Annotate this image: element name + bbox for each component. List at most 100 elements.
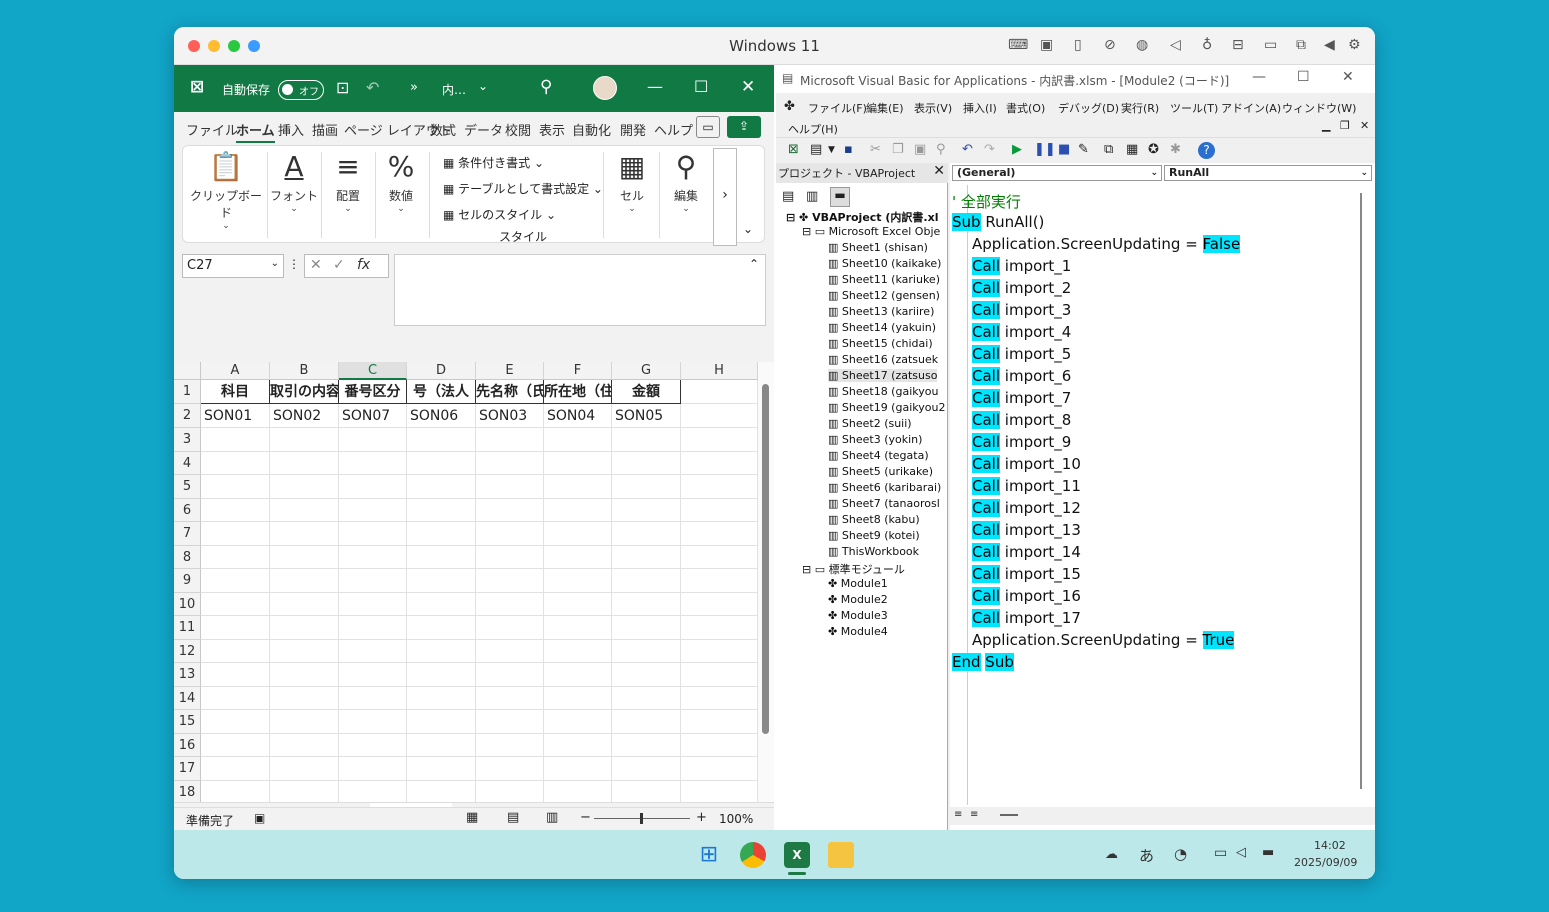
code-call-2[interactable]: Call import_2 (972, 279, 1071, 297)
doc-chevron-down-icon[interactable]: ⌄ (478, 79, 488, 93)
code-editor[interactable]: ' 全部実行 Sub RunAll() Application.ScreenUpda… (950, 163, 1370, 803)
cell-b3[interactable] (270, 428, 339, 452)
cell-h6[interactable] (681, 498, 758, 522)
doc-restore-icon[interactable]: ❐ (1340, 119, 1350, 132)
spreadsheet-grid[interactable]: A B C D E F G H 1 科目 取引の内容 番号区分 号（法人 先名称（氏 所在地（住 金額 2 SON… (174, 362, 774, 804)
cell-f18[interactable] (544, 780, 612, 804)
volume-icon[interactable]: ◁ (1236, 845, 1246, 860)
cell-f11[interactable] (544, 616, 612, 640)
code-call-12[interactable]: Call import_12 (972, 499, 1081, 517)
cell-c4[interactable] (339, 451, 407, 475)
tab-home[interactable]: ホーム (236, 120, 275, 143)
menu-run[interactable]: 実行(R) (1121, 100, 1159, 116)
cell-g1[interactable]: 金額 (612, 380, 681, 404)
cell-c1[interactable]: 番号区分 (339, 380, 407, 404)
cell-a9[interactable] (201, 569, 270, 593)
menu-window[interactable]: ウィンドウ(W) (1282, 100, 1356, 116)
cell-c3[interactable] (339, 428, 407, 452)
row-header-18[interactable]: 18 (174, 780, 201, 804)
tree-node[interactable]: ▥ Sheet5 (urikake) (828, 465, 933, 478)
tree-node[interactable]: ⊟ ✤ VBAProject (内訳書.xl (786, 209, 938, 225)
row-header-10[interactable]: 10 (174, 592, 201, 616)
tree-node[interactable]: ▥ Sheet15 (chidai) (828, 337, 933, 350)
chevron-up-icon[interactable]: ⌃ (749, 257, 759, 271)
name-box[interactable]: C27 ⌄ (182, 254, 284, 278)
cell-d11[interactable] (407, 616, 476, 640)
row-header-13[interactable]: 13 (174, 663, 201, 687)
save-icon[interactable]: ⊡ (336, 78, 349, 97)
menu-help[interactable]: ヘルプ(H) (788, 121, 838, 137)
toolbox-icon[interactable]: ✱ (1170, 142, 1181, 157)
cell-a17[interactable] (201, 757, 270, 781)
screen-icon[interactable]: ⧉ (1296, 37, 1306, 53)
tree-node[interactable]: ✤ Module4 (828, 625, 888, 638)
cell-d16[interactable] (407, 733, 476, 757)
tree-node[interactable]: ✤ Module2 (828, 593, 888, 606)
cell-g10[interactable] (612, 592, 681, 616)
cell-g17[interactable] (612, 757, 681, 781)
cell-d10[interactable] (407, 592, 476, 616)
cell-d18[interactable] (407, 780, 476, 804)
cell-c10[interactable] (339, 592, 407, 616)
cell-a16[interactable] (201, 733, 270, 757)
tree-node[interactable]: ▥ Sheet14 (yakuin) (828, 321, 936, 334)
menu-file[interactable]: ファイル(F) (808, 100, 867, 116)
cell-f5[interactable] (544, 475, 612, 499)
cell-e17[interactable] (476, 757, 544, 781)
copy-icon[interactable]: ❐ (892, 142, 904, 157)
cell-f7[interactable] (544, 522, 612, 546)
cell-h5[interactable] (681, 475, 758, 499)
cell-g18[interactable] (612, 780, 681, 804)
cell-g8[interactable] (612, 545, 681, 569)
speaker-icon[interactable]: ◁ (1170, 37, 1181, 53)
cell-h8[interactable] (681, 545, 758, 569)
cell-e7[interactable] (476, 522, 544, 546)
cell-e16[interactable] (476, 733, 544, 757)
cell-g6[interactable] (612, 498, 681, 522)
tree-node[interactable]: ▥ Sheet7 (tanaorosl (828, 497, 940, 510)
cell-e18[interactable] (476, 780, 544, 804)
ribbon-collapse-icon[interactable]: ⌄ (743, 222, 753, 236)
cell-h18[interactable] (681, 780, 758, 804)
column-header-h[interactable]: H (681, 362, 758, 380)
tab-formulas[interactable]: 数式 (430, 120, 456, 139)
page-break-view-icon[interactable]: ▥ (546, 810, 558, 825)
cpu-icon[interactable]: ▣ (1040, 37, 1053, 53)
cell-d2[interactable]: SON06 (407, 404, 476, 428)
battery-icon[interactable]: ▬ (1262, 845, 1274, 860)
tree-node[interactable]: ▥ ThisWorkbook (828, 545, 919, 558)
tab-developer[interactable]: 開発 (620, 120, 646, 139)
cell-a2[interactable]: SON01 (201, 404, 270, 428)
tab-file[interactable]: ファイル (186, 120, 238, 139)
code-call-4[interactable]: Call import_4 (972, 323, 1071, 341)
cell-d6[interactable] (407, 498, 476, 522)
align-group[interactable]: ≡ 配置 ⌄ (323, 146, 373, 244)
cond-format-button[interactable]: ▦ 条件付き書式 ⌄ (443, 154, 544, 171)
code-call-8[interactable]: Call import_8 (972, 411, 1071, 429)
tab-automate[interactable]: 自動化 (572, 120, 611, 139)
cell-c5[interactable] (339, 475, 407, 499)
cell-d12[interactable] (407, 639, 476, 663)
code-end-sub[interactable]: End Sub (952, 653, 1014, 671)
row-header-9[interactable]: 9 (174, 569, 201, 593)
tree-node[interactable]: ▥ Sheet10 (kaikake) (828, 257, 941, 270)
code-call-1[interactable]: Call import_1 (972, 257, 1071, 275)
cell-e10[interactable] (476, 592, 544, 616)
cell-h17[interactable] (681, 757, 758, 781)
doc-name[interactable]: 内… (442, 81, 466, 98)
cell-c18[interactable] (339, 780, 407, 804)
zoom-out-icon[interactable]: − (580, 810, 591, 825)
windows-start-icon[interactable]: ⊞ (696, 842, 722, 868)
menu-addins[interactable]: アドイン(A) (1221, 100, 1281, 116)
vbe-app-icon[interactable]: ✤ (784, 99, 795, 114)
row-header-11[interactable]: 11 (174, 616, 201, 640)
keyboard-icon[interactable]: ⌨ (1008, 37, 1028, 53)
tree-node[interactable]: ▥ Sheet11 (kariuke) (828, 273, 940, 286)
cell-c11[interactable] (339, 616, 407, 640)
cell-f10[interactable] (544, 592, 612, 616)
cell-g4[interactable] (612, 451, 681, 475)
cell-g16[interactable] (612, 733, 681, 757)
cell-e5[interactable] (476, 475, 544, 499)
code-call-10[interactable]: Call import_10 (972, 455, 1081, 473)
properties-icon[interactable]: ▦ (1126, 142, 1138, 157)
